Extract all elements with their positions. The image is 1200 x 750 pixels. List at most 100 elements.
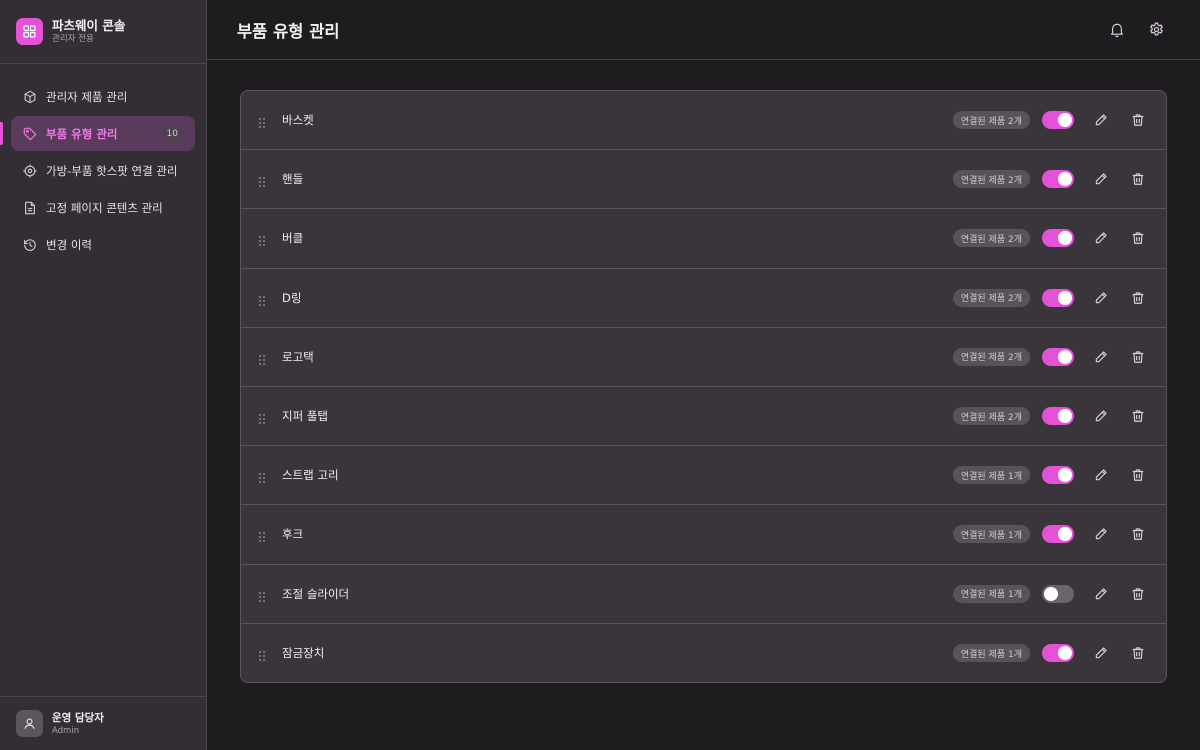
- toggle-knob: [1058, 231, 1072, 246]
- brand: 파츠웨이 콘솔 관리자 전용: [0, 0, 206, 64]
- toggle-knob: [1058, 468, 1072, 483]
- list-item: 지퍼 풀탭 연결된 제품 2개: [241, 387, 1166, 447]
- part-type-name: 조절 슬라이더: [282, 586, 350, 601]
- list-item: 핸들 연결된 제품 2개: [241, 150, 1166, 210]
- linked-products-badge: 연결된 제품 2개: [952, 407, 1030, 426]
- part-type-name: 로고택: [282, 349, 314, 364]
- pencil-icon[interactable]: [1093, 526, 1109, 542]
- sidebar-item-product-management[interactable]: 관리자 제품 관리: [11, 79, 195, 114]
- list-item: 조절 슬라이더 연결된 제품 1개: [241, 565, 1166, 624]
- list-item: 스트랩 고리 연결된 제품 1개: [241, 446, 1166, 506]
- pencil-icon[interactable]: [1093, 408, 1109, 424]
- user-role: Admin: [52, 725, 80, 736]
- sidebar-item-label: 가방-부품 핫스팟 연결 관리: [46, 163, 178, 178]
- sidebar: 파츠웨이 콘솔 관리자 전용 관리자 제품 관리 부품 유형 관리 10 가방-…: [0, 0, 207, 750]
- part-type-name: 후크: [282, 527, 304, 542]
- drag-handle-icon[interactable]: [258, 410, 268, 425]
- active-toggle[interactable]: [1042, 407, 1074, 426]
- drag-handle-icon[interactable]: [258, 469, 268, 484]
- trash-icon[interactable]: [1130, 467, 1146, 483]
- active-toggle[interactable]: [1042, 525, 1074, 544]
- toggle-knob: [1058, 646, 1072, 661]
- drag-handle-icon[interactable]: [258, 114, 268, 129]
- active-toggle[interactable]: [1042, 170, 1074, 189]
- linked-products-badge: 연결된 제품 2개: [952, 170, 1030, 189]
- list-item: 바스켓 연결된 제품 2개: [241, 91, 1166, 151]
- linked-products-badge: 연결된 제품 2개: [952, 347, 1030, 366]
- toggle-knob: [1058, 409, 1072, 424]
- linked-products-badge: 연결된 제품 1개: [952, 525, 1030, 544]
- drag-handle-icon[interactable]: [258, 528, 268, 543]
- gear-icon[interactable]: [1148, 21, 1165, 38]
- pencil-icon[interactable]: [1093, 586, 1109, 602]
- pencil-icon[interactable]: [1093, 645, 1109, 661]
- active-toggle[interactable]: [1042, 644, 1074, 663]
- part-type-name: 핸들: [282, 172, 304, 187]
- active-toggle[interactable]: [1042, 229, 1074, 248]
- part-type-name: 버클: [282, 231, 304, 246]
- toggle-knob: [1058, 290, 1072, 305]
- trash-icon[interactable]: [1130, 290, 1146, 306]
- trash-icon[interactable]: [1130, 645, 1146, 661]
- part-type-name: 잠금장치: [282, 646, 325, 661]
- list-item: D링 연결된 제품 2개: [241, 269, 1166, 328]
- trash-icon[interactable]: [1130, 408, 1146, 424]
- sidebar-item-hotspot-link[interactable]: 가방-부품 핫스팟 연결 관리: [11, 153, 195, 188]
- part-type-name: 지퍼 풀탭: [282, 409, 328, 424]
- grid-icon: [16, 18, 43, 45]
- sidebar-item-label: 변경 이력: [46, 237, 92, 252]
- active-toggle[interactable]: [1042, 466, 1074, 485]
- linked-products-badge: 연결된 제품 1개: [952, 584, 1030, 603]
- trash-icon[interactable]: [1130, 349, 1146, 365]
- sidebar-item-label: 부품 유형 관리: [46, 126, 118, 141]
- pencil-icon[interactable]: [1093, 230, 1109, 246]
- drag-handle-icon[interactable]: [258, 647, 268, 662]
- page-title: 부품 유형 관리: [237, 21, 340, 41]
- pencil-icon[interactable]: [1093, 467, 1109, 483]
- trash-icon[interactable]: [1130, 230, 1146, 246]
- drag-handle-icon[interactable]: [258, 351, 268, 365]
- linked-products-badge: 연결된 제품 2개: [952, 111, 1030, 130]
- linked-products-badge: 연결된 제품 2개: [952, 288, 1030, 307]
- trash-icon[interactable]: [1130, 586, 1146, 602]
- pencil-icon[interactable]: [1093, 349, 1109, 365]
- sidebar-nav: 관리자 제품 관리 부품 유형 관리 10 가방-부품 핫스팟 연결 관리 고정…: [0, 64, 206, 262]
- sidebar-item-label: 고정 페이지 콘텐츠 관리: [46, 200, 163, 215]
- pencil-icon[interactable]: [1093, 171, 1109, 187]
- list-item: 로고택 연결된 제품 2개: [241, 328, 1166, 387]
- list-item: 잠금장치 연결된 제품 1개: [241, 624, 1166, 682]
- part-type-name: 스트랩 고리: [282, 468, 339, 483]
- part-type-name: 바스켓: [282, 113, 314, 128]
- count-badge: 10: [160, 126, 184, 141]
- sidebar-item-history[interactable]: 변경 이력: [11, 227, 195, 262]
- sidebar-item-label: 관리자 제품 관리: [46, 89, 128, 104]
- trash-icon[interactable]: [1130, 526, 1146, 542]
- user-profile[interactable]: 운영 담당자 Admin: [0, 696, 206, 750]
- linked-products-badge: 연결된 제품 1개: [952, 644, 1030, 663]
- brand-subtitle: 관리자 전용: [52, 34, 94, 44]
- target-icon: [22, 163, 38, 179]
- sidebar-item-part-types[interactable]: 부품 유형 관리 10: [0, 116, 195, 151]
- sidebar-item-static-pages[interactable]: 고정 페이지 콘텐츠 관리: [11, 190, 195, 225]
- linked-products-badge: 연결된 제품 1개: [952, 466, 1030, 485]
- trash-icon[interactable]: [1130, 171, 1146, 187]
- bell-icon[interactable]: [1108, 21, 1125, 38]
- toggle-knob: [1058, 527, 1072, 542]
- active-toggle[interactable]: [1042, 584, 1074, 603]
- active-toggle[interactable]: [1042, 111, 1074, 130]
- drag-handle-icon[interactable]: [258, 173, 268, 188]
- trash-icon[interactable]: [1130, 112, 1146, 128]
- user-name: 운영 담당자: [52, 711, 104, 724]
- list-item: 후크 연결된 제품 1개: [241, 505, 1166, 565]
- document-icon: [22, 200, 38, 216]
- active-toggle[interactable]: [1042, 347, 1074, 366]
- toggle-knob: [1058, 349, 1072, 364]
- drag-handle-icon[interactable]: [258, 292, 268, 306]
- pencil-icon[interactable]: [1093, 112, 1109, 128]
- drag-handle-icon[interactable]: [258, 588, 268, 602]
- toggle-knob: [1044, 586, 1058, 601]
- page-header: 부품 유형 관리: [207, 0, 1200, 60]
- drag-handle-icon[interactable]: [258, 232, 268, 247]
- active-toggle[interactable]: [1042, 288, 1074, 307]
- pencil-icon[interactable]: [1093, 290, 1109, 306]
